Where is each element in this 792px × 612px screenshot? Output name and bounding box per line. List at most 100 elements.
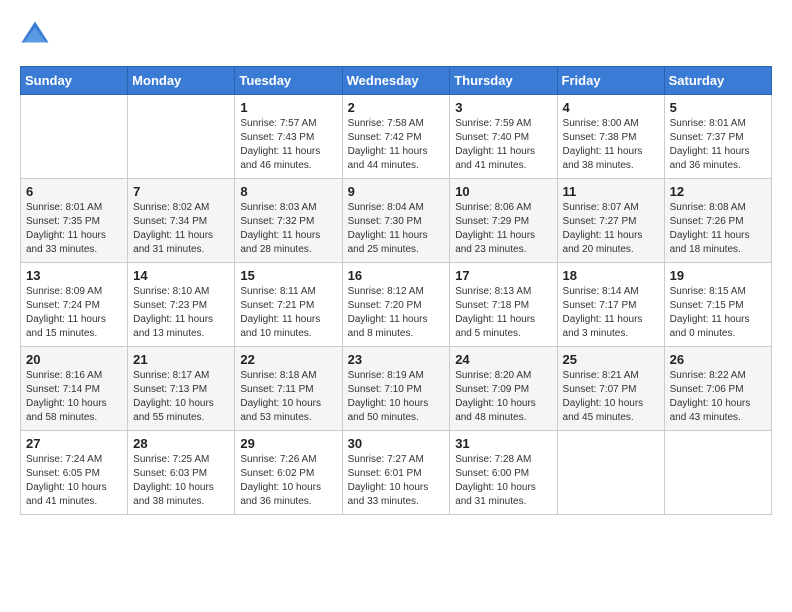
day-info: Sunrise: 8:17 AM Sunset: 7:13 PM Dayligh… [133, 369, 229, 425]
day-number: 28 [133, 436, 229, 451]
calendar-cell: 27Sunrise: 7:24 AM Sunset: 6:05 PM Dayli… [21, 431, 128, 515]
day-number: 19 [670, 268, 766, 283]
calendar-cell: 22 Sunrise: 8:18 AM Sunset: 7:11 PM Dayli… [235, 347, 342, 431]
day-number: 16 [348, 268, 445, 283]
day-info: Sunrise: 7:26 AM Sunset: 6:02 PM Dayligh… [240, 453, 336, 509]
calendar-cell [21, 95, 128, 179]
calendar-cell: 11 Sunrise: 8:07 AM Sunset: 7:27 PM Dayli… [557, 179, 664, 263]
calendar-cell [664, 431, 771, 515]
calendar-cell: 12 Sunrise: 8:08 AM Sunset: 7:26 PM Dayli… [664, 179, 771, 263]
day-number: 21 [133, 352, 229, 367]
day-number: 9 [348, 184, 445, 199]
day-info: Sunrise: 8:16 AM Sunset: 7:14 PM Dayligh… [26, 369, 122, 425]
day-number: 17 [455, 268, 551, 283]
calendar-cell: 10 Sunrise: 8:06 AM Sunset: 7:29 PM Dayli… [450, 179, 557, 263]
logo [20, 20, 56, 50]
calendar-cell: 30 Sunrise: 7:27 AM Sunset: 6:01 PM Dayli… [342, 431, 450, 515]
day-info: Sunrise: 8:07 AM Sunset: 7:27 PM Dayligh… [563, 201, 659, 257]
day-info: Sunrise: 8:10 AM Sunset: 7:23 PM Dayligh… [133, 285, 229, 341]
day-info: Sunrise: 8:00 AM Sunset: 7:38 PM Dayligh… [563, 117, 659, 173]
calendar-cell: 20 Sunrise: 8:16 AM Sunset: 7:14 PM Dayli… [21, 347, 128, 431]
calendar-cell: 13 Sunrise: 8:09 AM Sunset: 7:24 PM Dayli… [21, 263, 128, 347]
day-number: 10 [455, 184, 551, 199]
day-info: Sunrise: 8:09 AM Sunset: 7:24 PM Dayligh… [26, 285, 122, 341]
day-info: Sunrise: 8:02 AM Sunset: 7:34 PM Dayligh… [133, 201, 229, 257]
calendar-week-row: 27Sunrise: 7:24 AM Sunset: 6:05 PM Dayli… [21, 431, 772, 515]
weekday-header: Sunday [21, 67, 128, 95]
day-info: Sunrise: 8:06 AM Sunset: 7:29 PM Dayligh… [455, 201, 551, 257]
day-number: 7 [133, 184, 229, 199]
calendar-week-row: 6 Sunrise: 8:01 AM Sunset: 7:35 PM Daylig… [21, 179, 772, 263]
day-info: Sunrise: 7:25 AM Sunset: 6:03 PM Dayligh… [133, 453, 229, 509]
day-number: 18 [563, 268, 659, 283]
calendar-cell: 6 Sunrise: 8:01 AM Sunset: 7:35 PM Daylig… [21, 179, 128, 263]
day-number: 23 [348, 352, 445, 367]
day-info: Sunrise: 8:12 AM Sunset: 7:20 PM Dayligh… [348, 285, 445, 341]
calendar-cell: 17 Sunrise: 8:13 AM Sunset: 7:18 PM Dayli… [450, 263, 557, 347]
day-number: 1 [240, 100, 336, 115]
day-info: Sunrise: 7:58 AM Sunset: 7:42 PM Dayligh… [348, 117, 445, 173]
calendar-cell: 18 Sunrise: 8:14 AM Sunset: 7:17 PM Dayli… [557, 263, 664, 347]
day-number: 30 [348, 436, 445, 451]
calendar-cell: 5Sunrise: 8:01 AM Sunset: 7:37 PM Daylig… [664, 95, 771, 179]
calendar-cell: 2Sunrise: 7:58 AM Sunset: 7:42 PM Daylig… [342, 95, 450, 179]
day-number: 11 [563, 184, 659, 199]
weekday-header: Thursday [450, 67, 557, 95]
calendar-cell: 25 Sunrise: 8:21 AM Sunset: 7:07 PM Dayli… [557, 347, 664, 431]
weekday-header: Wednesday [342, 67, 450, 95]
calendar-cell: 1 Sunrise: 7:57 AM Sunset: 7:43 PM Daylig… [235, 95, 342, 179]
day-info: Sunrise: 8:18 AM Sunset: 7:11 PM Dayligh… [240, 369, 336, 425]
day-info: Sunrise: 8:04 AM Sunset: 7:30 PM Dayligh… [348, 201, 445, 257]
calendar-cell: 23Sunrise: 8:19 AM Sunset: 7:10 PM Dayli… [342, 347, 450, 431]
day-info: Sunrise: 8:03 AM Sunset: 7:32 PM Dayligh… [240, 201, 336, 257]
weekday-header: Tuesday [235, 67, 342, 95]
calendar-cell: 21 Sunrise: 8:17 AM Sunset: 7:13 PM Dayli… [128, 347, 235, 431]
calendar-cell: 26 Sunrise: 8:22 AM Sunset: 7:06 PM Dayli… [664, 347, 771, 431]
day-info: Sunrise: 8:15 AM Sunset: 7:15 PM Dayligh… [670, 285, 766, 341]
calendar-cell: 9 Sunrise: 8:04 AM Sunset: 7:30 PM Daylig… [342, 179, 450, 263]
day-info: Sunrise: 8:01 AM Sunset: 7:35 PM Dayligh… [26, 201, 122, 257]
day-number: 20 [26, 352, 122, 367]
day-number: 6 [26, 184, 122, 199]
day-number: 26 [670, 352, 766, 367]
logo-icon [20, 20, 50, 50]
calendar-cell [557, 431, 664, 515]
calendar-header-row: SundayMondayTuesdayWednesdayThursdayFrid… [21, 67, 772, 95]
day-info: Sunrise: 8:14 AM Sunset: 7:17 PM Dayligh… [563, 285, 659, 341]
day-info: Sunrise: 8:21 AM Sunset: 7:07 PM Dayligh… [563, 369, 659, 425]
calendar-cell: 16 Sunrise: 8:12 AM Sunset: 7:20 PM Dayli… [342, 263, 450, 347]
day-number: 3 [455, 100, 551, 115]
day-info: Sunrise: 8:20 AM Sunset: 7:09 PM Dayligh… [455, 369, 551, 425]
day-number: 13 [26, 268, 122, 283]
day-info: Sunrise: 7:27 AM Sunset: 6:01 PM Dayligh… [348, 453, 445, 509]
day-number: 25 [563, 352, 659, 367]
day-number: 22 [240, 352, 336, 367]
day-number: 14 [133, 268, 229, 283]
weekday-header: Saturday [664, 67, 771, 95]
calendar-cell: 29 Sunrise: 7:26 AM Sunset: 6:02 PM Dayli… [235, 431, 342, 515]
page-header [20, 20, 772, 50]
day-info: Sunrise: 7:57 AM Sunset: 7:43 PM Dayligh… [240, 117, 336, 173]
calendar-week-row: 20 Sunrise: 8:16 AM Sunset: 7:14 PM Dayli… [21, 347, 772, 431]
day-info: Sunrise: 8:13 AM Sunset: 7:18 PM Dayligh… [455, 285, 551, 341]
day-number: 27 [26, 436, 122, 451]
calendar-cell [128, 95, 235, 179]
day-number: 4 [563, 100, 659, 115]
calendar-cell: 28 Sunrise: 7:25 AM Sunset: 6:03 PM Dayli… [128, 431, 235, 515]
day-info: Sunrise: 8:22 AM Sunset: 7:06 PM Dayligh… [670, 369, 766, 425]
day-info: Sunrise: 7:28 AM Sunset: 6:00 PM Dayligh… [455, 453, 551, 509]
calendar-cell: 3 Sunrise: 7:59 AM Sunset: 7:40 PM Daylig… [450, 95, 557, 179]
day-info: Sunrise: 7:59 AM Sunset: 7:40 PM Dayligh… [455, 117, 551, 173]
calendar-cell: 7 Sunrise: 8:02 AM Sunset: 7:34 PM Daylig… [128, 179, 235, 263]
day-number: 5 [670, 100, 766, 115]
day-info: Sunrise: 8:11 AM Sunset: 7:21 PM Dayligh… [240, 285, 336, 341]
calendar-cell: 24Sunrise: 8:20 AM Sunset: 7:09 PM Dayli… [450, 347, 557, 431]
day-info: Sunrise: 8:08 AM Sunset: 7:26 PM Dayligh… [670, 201, 766, 257]
weekday-header: Friday [557, 67, 664, 95]
calendar-cell: 8Sunrise: 8:03 AM Sunset: 7:32 PM Daylig… [235, 179, 342, 263]
day-number: 15 [240, 268, 336, 283]
weekday-header: Monday [128, 67, 235, 95]
calendar-cell: 31Sunrise: 7:28 AM Sunset: 6:00 PM Dayli… [450, 431, 557, 515]
day-number: 29 [240, 436, 336, 451]
day-number: 12 [670, 184, 766, 199]
